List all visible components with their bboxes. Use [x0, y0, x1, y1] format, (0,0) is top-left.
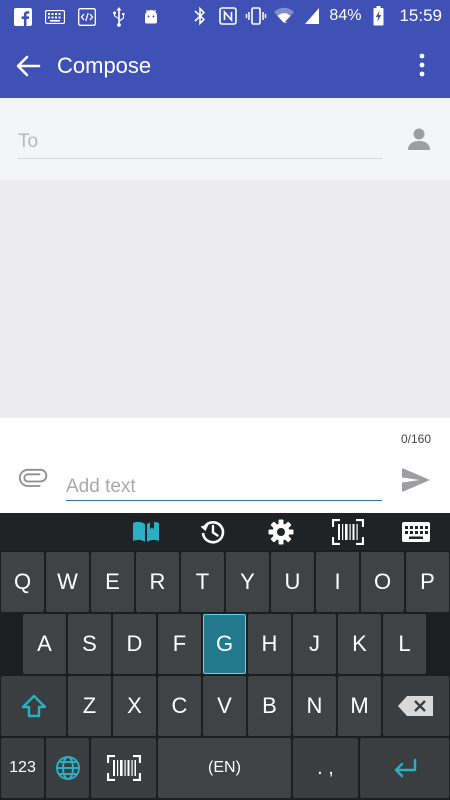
- key-a[interactable]: A: [23, 614, 66, 674]
- person-icon: [408, 128, 430, 150]
- keyboard-icon: [402, 522, 430, 542]
- key-u[interactable]: U: [271, 552, 314, 612]
- barcode-scan-icon: [332, 519, 364, 545]
- facebook-icon: [12, 6, 34, 28]
- key-i[interactable]: I: [316, 552, 359, 612]
- compose-bar: 0/160: [0, 418, 450, 513]
- arrow-back-icon: [16, 55, 41, 77]
- wifi-icon: [273, 5, 295, 27]
- key-l[interactable]: L: [383, 614, 426, 674]
- key-n[interactable]: N: [293, 676, 336, 736]
- key-c[interactable]: C: [158, 676, 201, 736]
- paperclip-icon: [18, 468, 48, 487]
- key-h[interactable]: H: [248, 614, 291, 674]
- android-icon: [140, 6, 162, 28]
- key-z[interactable]: Z: [68, 676, 111, 736]
- dictionary-icon: [133, 521, 159, 542]
- app-bar: Compose: [0, 33, 450, 98]
- enter-icon: [394, 758, 416, 778]
- usb-icon: [108, 6, 130, 28]
- history-icon: [200, 521, 225, 544]
- key-d[interactable]: D: [113, 614, 156, 674]
- key-r[interactable]: R: [136, 552, 179, 612]
- settings-button[interactable]: [265, 518, 297, 546]
- keyboard-toolbar: [0, 513, 450, 550]
- recipient-section: [0, 98, 450, 180]
- recipient-input[interactable]: [18, 126, 382, 159]
- key-p[interactable]: P: [406, 552, 449, 612]
- globe-icon: [55, 756, 80, 780]
- keyboard-switch-button[interactable]: [400, 518, 432, 546]
- message-thread-area: [0, 180, 450, 418]
- numbers-key[interactable]: 123: [1, 738, 44, 798]
- dictionary-button[interactable]: [130, 518, 162, 546]
- key-e[interactable]: E: [91, 552, 134, 612]
- page-title: Compose: [57, 53, 152, 78]
- vibrate-icon: [245, 5, 267, 27]
- backspace-key[interactable]: [383, 676, 449, 736]
- key-s[interactable]: S: [68, 614, 111, 674]
- shift-key[interactable]: [1, 676, 66, 736]
- barcode-scan-icon: [106, 755, 141, 781]
- barcode-scan-button[interactable]: [332, 518, 364, 546]
- signal-icon: [301, 5, 323, 27]
- key-q[interactable]: Q: [1, 552, 44, 612]
- battery-percentage: 84%: [329, 7, 362, 24]
- history-button[interactable]: [197, 518, 229, 546]
- send-button[interactable]: [400, 466, 432, 494]
- attach-button[interactable]: [18, 468, 48, 490]
- keyboard-icon: [44, 6, 66, 28]
- message-input[interactable]: [66, 474, 382, 501]
- keyboard: Q W E R T Y U I O P A S D F G H J K L Z …: [0, 550, 450, 800]
- shift-icon: [21, 694, 46, 718]
- key-o[interactable]: O: [361, 552, 404, 612]
- code-icon: [76, 6, 98, 28]
- back-button[interactable]: [12, 50, 44, 82]
- more-vert-icon: [419, 53, 425, 77]
- space-key[interactable]: (EN): [158, 738, 291, 798]
- nfc-icon: [217, 5, 239, 27]
- key-f[interactable]: F: [158, 614, 201, 674]
- contact-picker-button[interactable]: [406, 126, 432, 152]
- character-counter: 0/160: [400, 432, 431, 446]
- clock: 15:59: [399, 6, 442, 25]
- key-w[interactable]: W: [46, 552, 89, 612]
- key-v[interactable]: V: [203, 676, 246, 736]
- key-j[interactable]: J: [293, 614, 336, 674]
- key-x[interactable]: X: [113, 676, 156, 736]
- key-b[interactable]: B: [248, 676, 291, 736]
- key-y[interactable]: Y: [226, 552, 269, 612]
- enter-key[interactable]: [360, 738, 449, 798]
- key-k[interactable]: K: [338, 614, 381, 674]
- key-m[interactable]: M: [338, 676, 381, 736]
- status-bar: 84% 15:59: [0, 0, 450, 33]
- backspace-icon: [398, 696, 433, 716]
- send-icon: [402, 468, 430, 492]
- barcode-key[interactable]: [91, 738, 156, 798]
- bluetooth-icon: [189, 5, 211, 27]
- key-t[interactable]: T: [181, 552, 224, 612]
- settings-icon: [268, 519, 294, 545]
- key-g[interactable]: G: [203, 614, 246, 674]
- language-key[interactable]: [46, 738, 89, 798]
- battery-charging-icon: [367, 5, 389, 27]
- more-options-button[interactable]: [412, 51, 432, 81]
- punctuation-key[interactable]: . ,: [293, 738, 358, 798]
